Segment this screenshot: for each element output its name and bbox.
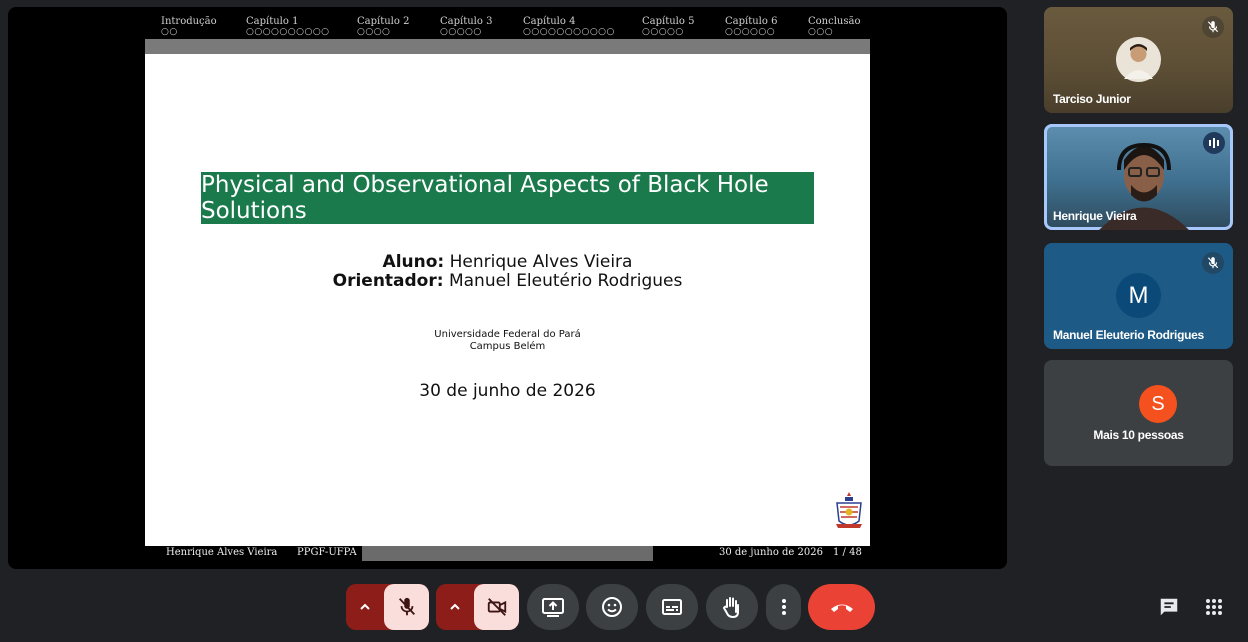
- university-name: Universidade Federal do Pará: [434, 329, 581, 340]
- nav-dots: ○○○○: [357, 27, 391, 37]
- mic-off-icon: [1202, 252, 1224, 274]
- footer-middle: [362, 546, 653, 561]
- nav-section-ch1: Capítulo 1 ○○○○○○○○○○: [246, 16, 330, 37]
- participant-name: Manuel Eleuterio Rodrigues: [1053, 328, 1204, 342]
- nav-dots: ○○○○○○○○○○: [246, 27, 330, 37]
- end-call-icon: [830, 604, 853, 612]
- avatar: S: [1139, 385, 1177, 423]
- nav-dots: ○○○○○○: [725, 27, 776, 37]
- nav-section-ch5: Capítulo 5 ○○○○○: [642, 16, 694, 37]
- nav-section-label: Introdução: [161, 16, 217, 27]
- nav-section-ch3: Capítulo 3 ○○○○○: [440, 16, 492, 37]
- nav-dots: ○○○○○: [642, 27, 684, 37]
- slide-title: Physical and Observational Aspects of Bl…: [201, 172, 769, 224]
- slide-header-strip: [145, 39, 870, 54]
- more-participants-label: Mais 10 pessoas: [1093, 428, 1184, 442]
- reactions-button[interactable]: [586, 584, 638, 630]
- chat-button[interactable]: [1152, 584, 1186, 630]
- nav-section-label: Capítulo 4: [523, 16, 576, 27]
- nav-section-ch2: Capítulo 2 ○○○○: [357, 16, 409, 37]
- campus-name: Campus Belém: [469, 341, 546, 352]
- advisor-name: Manuel Eleutério Rodrigues: [448, 271, 683, 291]
- student-line: Aluno: Henrique Alves Vieira: [145, 252, 870, 272]
- meeting-window: Introdução ○○ Capítulo 1 ○○○○○○○○○○ Capítu…: [0, 0, 1248, 642]
- present-icon: [542, 598, 564, 617]
- camera-control-group: [436, 584, 519, 630]
- student-name: Henrique Alves Vieira: [449, 252, 633, 272]
- mic-off-icon: [1202, 16, 1224, 38]
- participant-tile-henrique[interactable]: Henrique Vieira: [1044, 124, 1233, 230]
- nav-dots: ○○: [161, 27, 178, 37]
- chat-icon: [1160, 598, 1178, 616]
- student-label: Aluno:: [382, 252, 445, 272]
- advisor-line: Orientador: Manuel Eleutério Rodrigues: [145, 271, 870, 291]
- advisor-label: Orientador:: [332, 271, 444, 291]
- mic-control-group: [346, 584, 429, 630]
- university-crest-icon: [836, 492, 862, 528]
- participant-name: Tarciso Junior: [1053, 92, 1131, 106]
- present-screen-button[interactable]: [527, 584, 579, 630]
- chevron-up-icon[interactable]: [436, 584, 474, 630]
- nav-section-label: Capítulo 2: [357, 16, 410, 27]
- emoji-icon: [602, 597, 622, 617]
- presentation-area[interactable]: Introdução ○○ Capítulo 1 ○○○○○○○○○○ Capítu…: [8, 7, 1007, 569]
- nav-section-label: Capítulo 6: [725, 16, 778, 27]
- camera-toggle-button[interactable]: [474, 584, 519, 630]
- leave-call-button[interactable]: [808, 584, 875, 630]
- nav-section-label: Capítulo 1: [246, 16, 299, 27]
- footer-right: 30 de junho de 2026 1 / 48: [653, 546, 870, 561]
- speaking-indicator-icon: [1203, 132, 1225, 154]
- captions-icon: [662, 599, 682, 615]
- footer-author: Henrique Alves Vieira: [166, 547, 278, 558]
- nav-section-label: Conclusão: [808, 16, 861, 27]
- captions-button[interactable]: [646, 584, 698, 630]
- nav-section-conclusion: Conclusão ○○○: [808, 16, 860, 37]
- more-options-button[interactable]: [766, 584, 801, 630]
- mic-off-icon: [398, 597, 415, 616]
- participant-tile-tarciso[interactable]: Tarciso Junior: [1044, 7, 1233, 113]
- footer-page-number: 1 / 48: [833, 547, 862, 558]
- nav-section-label: Capítulo 5: [642, 16, 695, 27]
- slide-date: 30 de junho de 2026: [419, 381, 596, 401]
- activities-button[interactable]: [1197, 584, 1231, 630]
- nav-dots: ○○○○○○○○○○○: [523, 27, 615, 37]
- activities-icon: [1206, 599, 1222, 615]
- mic-toggle-button[interactable]: [384, 584, 429, 630]
- raise-hand-icon: [722, 597, 739, 619]
- slide-title-box: Physical and Observational Aspects of Bl…: [201, 172, 814, 224]
- nav-section-intro: Introdução ○○: [161, 16, 217, 37]
- nav-section-label: Capítulo 3: [440, 16, 493, 27]
- avatar: M: [1116, 273, 1161, 318]
- camera-off-icon: [487, 598, 506, 616]
- footer-left: Henrique Alves Vieira PPGF-UFPA: [145, 546, 362, 561]
- participant-tile-manuel[interactable]: M Manuel Eleuterio Rodrigues: [1044, 243, 1233, 349]
- more-participants-tile[interactable]: S Mais 10 pessoas: [1044, 360, 1233, 466]
- participant-name: Henrique Vieira: [1053, 209, 1137, 223]
- slide-page: Physical and Observational Aspects of Bl…: [145, 54, 870, 546]
- chevron-up-icon[interactable]: [346, 584, 384, 630]
- more-vert-icon: [781, 599, 786, 615]
- slide-footer: Henrique Alves Vieira PPGF-UFPA 30 de ju…: [145, 546, 870, 561]
- nav-dots: ○○○○○: [440, 27, 482, 37]
- raise-hand-button[interactable]: [706, 584, 758, 630]
- nav-section-ch4: Capítulo 4 ○○○○○○○○○○○: [523, 16, 615, 37]
- nav-dots: ○○○: [808, 27, 834, 37]
- avatar: [1116, 37, 1161, 82]
- footer-date: 30 de junho de 2026: [719, 547, 823, 558]
- footer-program: PPGF-UFPA: [297, 547, 357, 558]
- nav-section-ch6: Capítulo 6 ○○○○○○: [725, 16, 777, 37]
